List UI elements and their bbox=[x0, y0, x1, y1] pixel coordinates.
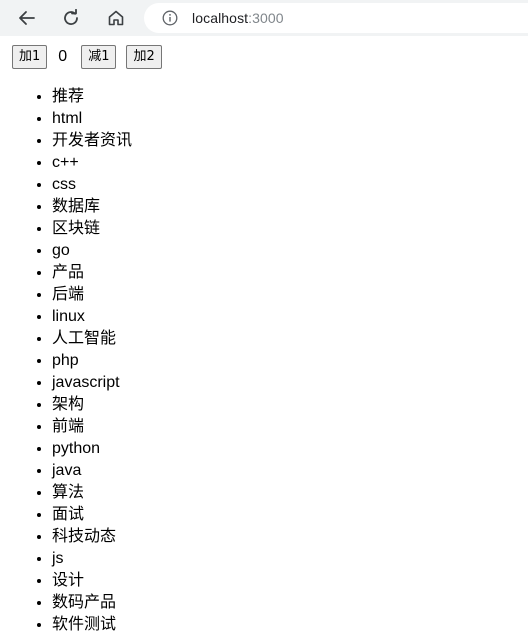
url-text: localhost:3000 bbox=[192, 10, 284, 26]
list-item: 人工智能 bbox=[52, 328, 132, 350]
list-item: go bbox=[52, 240, 132, 262]
list-item: java bbox=[52, 460, 132, 482]
list-item: c++ bbox=[52, 152, 132, 174]
back-button[interactable] bbox=[14, 6, 40, 30]
list-item: 软件测试 bbox=[52, 614, 132, 636]
list-item: php bbox=[52, 350, 132, 372]
add-1-button[interactable]: 加1 bbox=[12, 45, 48, 69]
list-item: css bbox=[52, 174, 132, 196]
page-content: 加1 0 减1 加2 推荐 html 开发者资讯 c++ css 数据库 区块链… bbox=[0, 36, 528, 641]
add-2-button[interactable]: 加2 bbox=[126, 45, 162, 69]
list-item: javascript bbox=[52, 372, 132, 394]
list-item: 前端 bbox=[52, 416, 132, 438]
list-item: 科技动态 bbox=[52, 526, 132, 548]
list-item: 设计 bbox=[52, 570, 132, 592]
list-item: 面试 bbox=[52, 504, 132, 526]
list-item: js bbox=[52, 548, 132, 570]
list-item: 产品 bbox=[52, 262, 132, 284]
url-host: localhost bbox=[192, 10, 249, 26]
url-port: :3000 bbox=[248, 10, 284, 26]
reload-icon bbox=[62, 9, 80, 27]
counter-value: 0 bbox=[58, 48, 68, 65]
list-item: html bbox=[52, 108, 132, 130]
info-icon[interactable] bbox=[162, 10, 178, 26]
list-item: linux bbox=[52, 306, 132, 328]
tag-list: 推荐 html 开发者资讯 c++ css 数据库 区块链 go 产品 后端 l… bbox=[12, 86, 132, 636]
subtract-1-button[interactable]: 减1 bbox=[81, 45, 117, 69]
home-button[interactable] bbox=[103, 6, 129, 30]
list-item: 算法 bbox=[52, 482, 132, 504]
list-item: 开发者资讯 bbox=[52, 130, 132, 152]
list-item: 推荐 bbox=[52, 86, 132, 108]
list-item: 架构 bbox=[52, 394, 132, 416]
list-item: 数码产品 bbox=[52, 592, 132, 614]
list-item: python bbox=[52, 438, 132, 460]
list-item: 数据库 bbox=[52, 196, 132, 218]
list-item: 区块链 bbox=[52, 218, 132, 240]
home-icon bbox=[107, 9, 125, 27]
list-item: 后端 bbox=[52, 284, 132, 306]
browser-toolbar: localhost:3000 bbox=[0, 0, 528, 36]
address-bar[interactable]: localhost:3000 bbox=[144, 3, 528, 33]
back-arrow-icon bbox=[18, 10, 36, 26]
counter-controls: 加1 0 减1 加2 bbox=[12, 45, 162, 69]
reload-button[interactable] bbox=[58, 6, 84, 30]
